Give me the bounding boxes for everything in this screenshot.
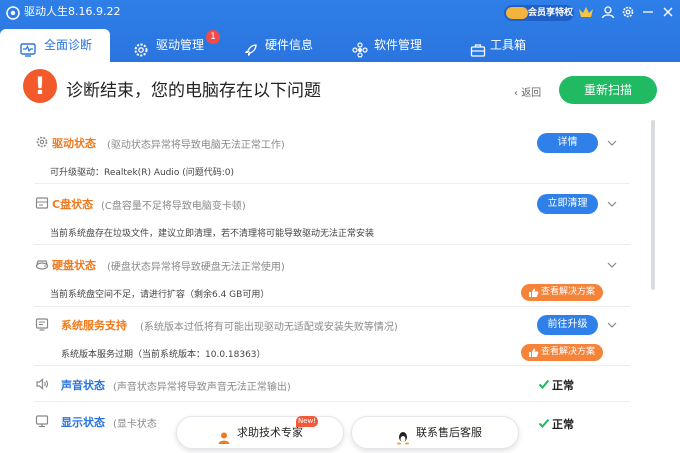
crown-icon[interactable]: [578, 4, 594, 18]
row-detail-hard-disk: 当前系统盘空间不足，请进行扩容（剩余6.4 GB可用）: [50, 290, 270, 300]
row-desc-hard-disk: (硬盘状态异常将导致硬盘无法正常使用): [107, 262, 285, 273]
vip-text[interactable]: 会员享特权: [528, 5, 573, 18]
display-icon: [35, 414, 49, 428]
driver-update-count-badge: 1: [206, 30, 220, 44]
speaker-icon: [35, 377, 49, 391]
row-desc-system-service: (系统版本过低将有可能出现驱动无适配或安装失败等情况): [140, 322, 398, 333]
divider: [34, 244, 630, 245]
tab-toolbox[interactable]: 工具箱: [470, 29, 560, 62]
divider: [34, 365, 630, 366]
thumbs-up-icon: [528, 287, 539, 298]
row-title-driver: 驱动状态: [52, 137, 96, 150]
row-detail-driver: 可升级驱动：Realtek(R) Audio (问题代码:0): [50, 168, 235, 178]
settings-gear-icon[interactable]: [621, 5, 635, 19]
divider: [34, 401, 630, 402]
gear-icon: [133, 38, 149, 57]
chevron-down-icon[interactable]: [607, 320, 617, 330]
user-support-icon: [217, 426, 231, 444]
row-desc-display: (显卡状态: [113, 419, 157, 430]
warning-icon: !: [23, 69, 57, 103]
chevron-down-icon[interactable]: [607, 260, 617, 270]
check-icon: [538, 417, 550, 429]
back-link[interactable]: ‹ 返回: [514, 84, 541, 99]
hard-disk-icon: [35, 257, 49, 271]
tab-driver-management[interactable]: 驱动管理: [130, 29, 240, 62]
page-title: 诊断结束，您的电脑存在以下问题: [66, 81, 321, 101]
check-icon: [538, 378, 550, 390]
gear-icon: [35, 135, 49, 149]
clean-now-button[interactable]: 立即清理: [537, 194, 598, 214]
row-detail-c-drive: 当前系统盘存在垃圾文件，建议立即清理，若不清理将可能导致驱动无法正常安装: [50, 229, 375, 239]
row-title-hard-disk: 硬盘状态: [52, 259, 96, 272]
view-solution-button[interactable]: 查看解决方案: [521, 344, 603, 361]
qq-penguin-icon: [396, 426, 410, 445]
row-title-sound: 声音状态: [61, 379, 105, 392]
divider: [34, 183, 630, 184]
drive-icon: [35, 196, 49, 210]
new-badge: New!: [296, 416, 318, 427]
scrollbar[interactable]: [651, 120, 655, 290]
tab-hardware-info[interactable]: 硬件信息: [243, 29, 343, 62]
row-title-display: 显示状态: [61, 416, 105, 429]
divider: [34, 306, 630, 307]
status-normal: 正常: [538, 377, 574, 393]
status-normal: 正常: [538, 416, 574, 432]
app-store-icon: [352, 38, 368, 58]
app-title: 驱动人生8.16.9.22: [24, 5, 121, 18]
monitor-pulse-icon: [20, 38, 36, 57]
row-title-c-drive: C盘状态: [52, 198, 94, 211]
rocket-icon: [243, 38, 259, 56]
rescan-button[interactable]: 重新扫描: [559, 76, 657, 104]
chevron-down-icon[interactable]: [607, 138, 617, 148]
driver-details-button[interactable]: 详情: [537, 133, 598, 153]
row-desc-driver: (驱动状态异常将导致电脑无法正常工作): [107, 140, 285, 151]
row-desc-c-drive: (C盘容量不足将导致电脑变卡顿): [101, 201, 246, 212]
ask-expert-button[interactable]: 求助技术专家: [176, 416, 344, 449]
user-icon[interactable]: [601, 5, 615, 19]
row-detail-system-service: 系统版本服务过期（当前系统版本：10.0.18363）: [61, 350, 266, 360]
row-desc-sound: (声音状态异常将导致声音无法正常输出): [113, 382, 291, 393]
contact-service-button[interactable]: 联系售后客服: [351, 416, 519, 449]
tab-software-management[interactable]: 软件管理: [352, 29, 452, 62]
app-logo-icon: [6, 5, 20, 20]
go-upgrade-button[interactable]: 前往升级: [537, 315, 598, 335]
tab-full-diagnosis[interactable]: 全面诊断: [0, 29, 110, 62]
chevron-down-icon[interactable]: [607, 199, 617, 209]
close-icon[interactable]: [661, 5, 675, 19]
row-title-system-service: 系统服务支持: [61, 319, 127, 332]
thumbs-up-icon: [528, 347, 539, 358]
title-bar: 驱动人生8.16.9.22 会员享特权 全面诊断 驱动管理 1 硬件信息 软件管…: [0, 0, 680, 62]
minimize-icon[interactable]: [641, 5, 655, 19]
toolbox-icon: [470, 38, 486, 57]
view-solution-button[interactable]: 查看解决方案: [521, 284, 603, 301]
system-window-icon: [35, 317, 49, 331]
